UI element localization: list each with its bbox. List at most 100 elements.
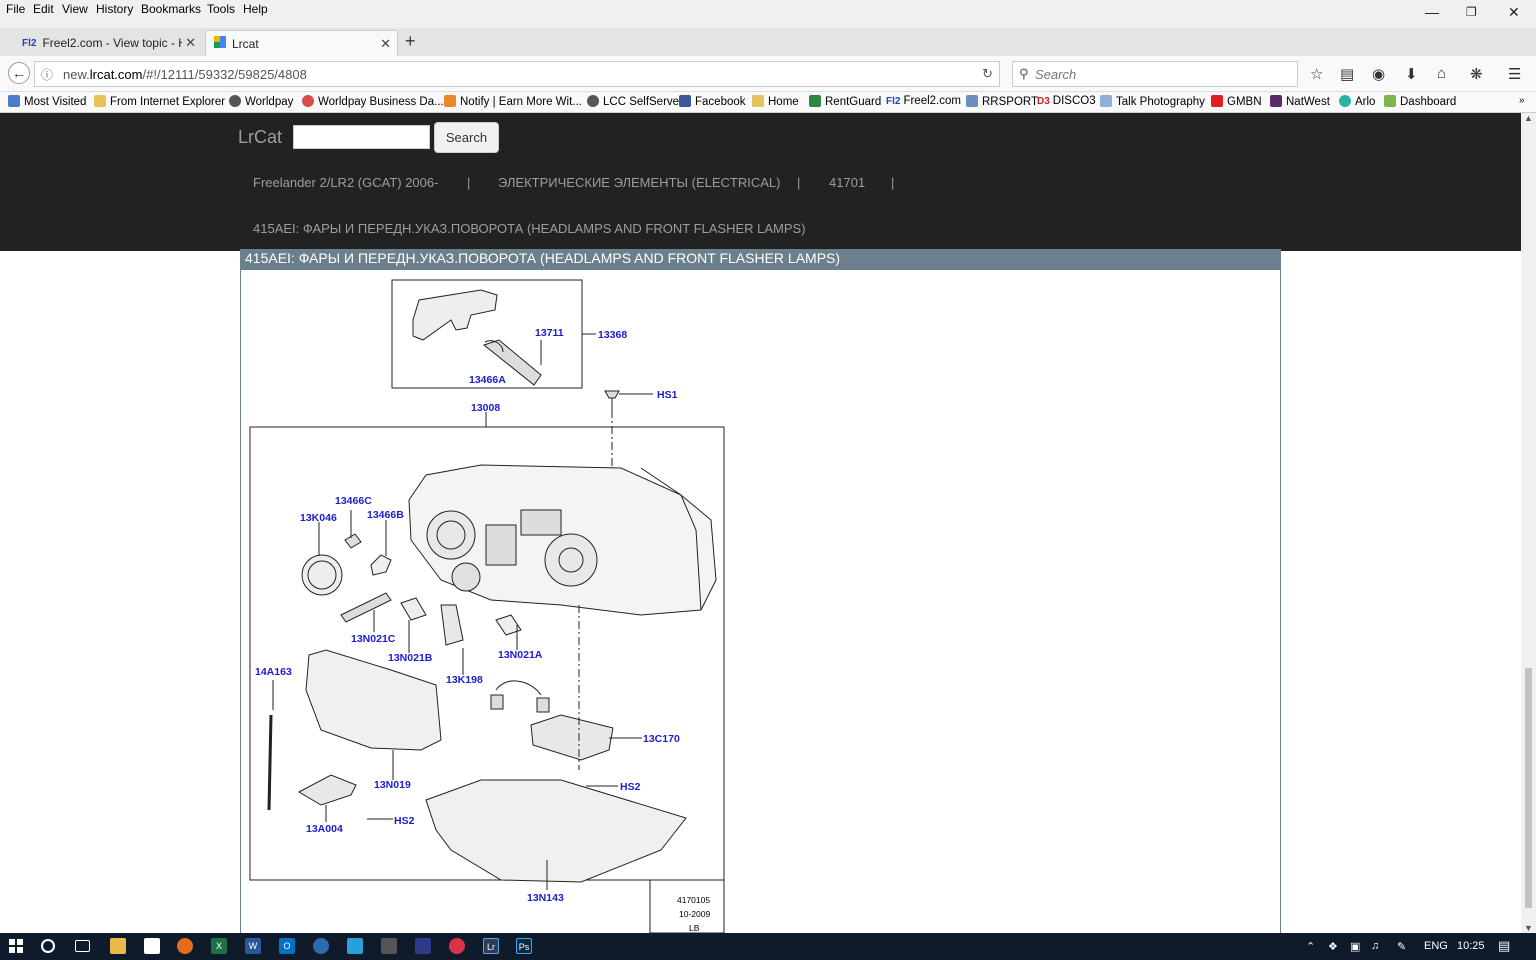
windows-start-icon[interactable]: [8, 938, 24, 954]
bookmark-item[interactable]: Worldpay Business Da...: [302, 95, 444, 108]
network-icon[interactable]: ▣: [1350, 940, 1360, 953]
bookmark-item[interactable]: NatWest: [1270, 95, 1330, 108]
bookmark-item[interactable]: D3 DISCO3: [1037, 95, 1096, 107]
notifications-icon[interactable]: ▤: [1498, 938, 1510, 954]
file-explorer-icon[interactable]: [110, 938, 126, 954]
app-icon[interactable]: [415, 938, 431, 954]
menu-bookmarks[interactable]: Bookmarks: [141, 2, 201, 16]
scroll-down-icon[interactable]: ▼: [1524, 923, 1533, 933]
new-tab-icon[interactable]: +: [405, 31, 416, 52]
bookmark-item[interactable]: Worldpay: [229, 95, 293, 108]
tab-close-icon[interactable]: ✕: [185, 35, 196, 51]
tab-close-icon[interactable]: ✕: [380, 36, 391, 52]
language-indicator[interactable]: ENG: [1424, 940, 1448, 952]
callout-13466c[interactable]: 13466C: [335, 495, 372, 507]
reading-list-icon[interactable]: ▤: [1340, 65, 1354, 83]
photoshop-icon[interactable]: Ps: [516, 938, 532, 954]
home-icon[interactable]: ⌂: [1437, 65, 1446, 82]
bookmark-item[interactable]: Talk Photography: [1100, 95, 1205, 108]
callout-13k198[interactable]: 13K198: [446, 674, 483, 686]
pocket-icon[interactable]: ◉: [1372, 65, 1385, 83]
hamburger-menu-icon[interactable]: ☰: [1508, 65, 1521, 83]
bookmark-item[interactable]: Home: [752, 95, 799, 108]
cortana-icon[interactable]: [41, 939, 55, 953]
callout-13c170[interactable]: 13C170: [643, 733, 680, 745]
bookmark-item[interactable]: Fl2 Freel2.com: [886, 95, 961, 107]
firefox-icon[interactable]: [177, 938, 193, 954]
app-icon[interactable]: [449, 938, 465, 954]
menu-edit[interactable]: Edit: [33, 2, 54, 16]
bookmark-item[interactable]: Most Visited: [8, 95, 86, 108]
app-icon[interactable]: [381, 938, 397, 954]
page-scrollbar[interactable]: ▲ ▼: [1521, 113, 1536, 933]
restore-icon[interactable]: ❐: [1466, 5, 1477, 19]
bookmark-item[interactable]: Notify | Earn More Wit...: [444, 95, 582, 108]
address-bar[interactable]: ⓘ new.lrcat.com/#!/12111/59332/59825/480…: [34, 61, 1000, 87]
bookmark-item[interactable]: Facebook: [679, 95, 746, 108]
excel-icon[interactable]: X: [211, 938, 227, 954]
tray-chevron-icon[interactable]: ⌃: [1306, 940, 1315, 953]
breadcrumb-group[interactable]: 41701: [829, 175, 865, 190]
callout-13n021b[interactable]: 13N021B: [388, 652, 433, 664]
callout-13466b[interactable]: 13466B: [367, 509, 404, 521]
bookmark-item[interactable]: RentGuard: [809, 95, 881, 108]
bookmark-item[interactable]: Arlo: [1339, 95, 1375, 108]
bookmark-item[interactable]: LCC SelfServe: [587, 95, 679, 108]
breadcrumb-electrical[interactable]: ЭЛЕКТРИЧЕСКИЕ ЭЛЕМЕНТЫ (ELECTRICAL): [498, 175, 780, 190]
callout-hs2[interactable]: HS2: [620, 781, 641, 793]
word-icon[interactable]: W: [245, 938, 261, 954]
callout-13n143[interactable]: 13N143: [527, 892, 564, 904]
menu-tools[interactable]: Tools: [207, 2, 235, 16]
bookmark-item[interactable]: GMBN: [1211, 95, 1262, 108]
callout-13k046[interactable]: 13K046: [300, 512, 337, 524]
task-view-icon[interactable]: [75, 940, 90, 952]
app-icon[interactable]: [347, 938, 363, 954]
scroll-up-icon[interactable]: ▲: [1524, 113, 1533, 123]
store-icon[interactable]: [144, 938, 160, 954]
callout-13a004[interactable]: 13A004: [306, 823, 343, 835]
outlook-icon[interactable]: O: [279, 938, 295, 954]
callout-14a163[interactable]: 14A163: [255, 666, 292, 678]
menu-file[interactable]: File: [6, 2, 25, 16]
bookmark-star-icon[interactable]: ☆: [1310, 65, 1323, 83]
bookmark-item[interactable]: Dashboard: [1384, 95, 1456, 108]
volume-icon[interactable]: ♫: [1371, 940, 1379, 952]
callout-hs1[interactable]: HS1: [657, 389, 678, 401]
reload-icon[interactable]: ↻: [982, 66, 993, 82]
minimize-icon[interactable]: —: [1425, 4, 1439, 20]
extension-icon[interactable]: ❋: [1470, 65, 1483, 83]
app-icon[interactable]: [313, 938, 329, 954]
callout-13711[interactable]: 13711: [535, 327, 564, 339]
callout-hs2[interactable]: HS2: [394, 815, 415, 827]
clock[interactable]: 10:25: [1457, 940, 1485, 952]
lrcat-favicon-icon: [214, 36, 226, 51]
callout-13n019[interactable]: 13N019: [374, 779, 411, 791]
bookmark-item[interactable]: From Internet Explorer: [94, 95, 225, 108]
tab-freel2[interactable]: Fl2 Freel2.com - View topic - Ho ✕: [14, 30, 202, 56]
callout-13n021c[interactable]: 13N021C: [351, 633, 396, 645]
site-search-button[interactable]: Search: [434, 122, 499, 153]
menu-history[interactable]: History: [96, 2, 133, 16]
breadcrumb-model[interactable]: Freelander 2/LR2 (GCAT) 2006-: [253, 175, 438, 190]
search-input[interactable]: ⚲ Search: [1012, 61, 1298, 87]
callout-13368[interactable]: 13368: [598, 329, 627, 341]
bookmark-item[interactable]: RRSPORT: [966, 95, 1038, 108]
menu-view[interactable]: View: [62, 2, 88, 16]
lightroom-icon[interactable]: Lr: [483, 938, 499, 954]
window-close-icon[interactable]: ✕: [1508, 4, 1520, 21]
pen-icon[interactable]: ✎: [1397, 940, 1406, 953]
dropbox-icon[interactable]: ❖: [1328, 940, 1338, 953]
callout-13008[interactable]: 13008: [471, 402, 500, 414]
site-brand[interactable]: LrCat: [238, 127, 282, 148]
callout-13n021a[interactable]: 13N021A: [498, 649, 543, 661]
bookmarks-overflow-icon[interactable]: »: [1519, 95, 1525, 106]
back-icon[interactable]: ←: [8, 62, 30, 84]
download-icon[interactable]: ⬇: [1405, 65, 1418, 83]
breadcrumb-section[interactable]: 415AEI: ФАРЫ И ПЕРЕДН.УКАЗ.ПОВОРОТА (HEA…: [253, 221, 806, 236]
tab-lrcat[interactable]: Lrcat ✕: [205, 30, 398, 56]
site-search-input[interactable]: [293, 125, 430, 149]
menu-help[interactable]: Help: [243, 2, 268, 16]
callout-13466a[interactable]: 13466A: [469, 374, 506, 386]
scrollbar-thumb[interactable]: [1525, 668, 1532, 908]
info-icon[interactable]: ⓘ: [41, 66, 53, 83]
